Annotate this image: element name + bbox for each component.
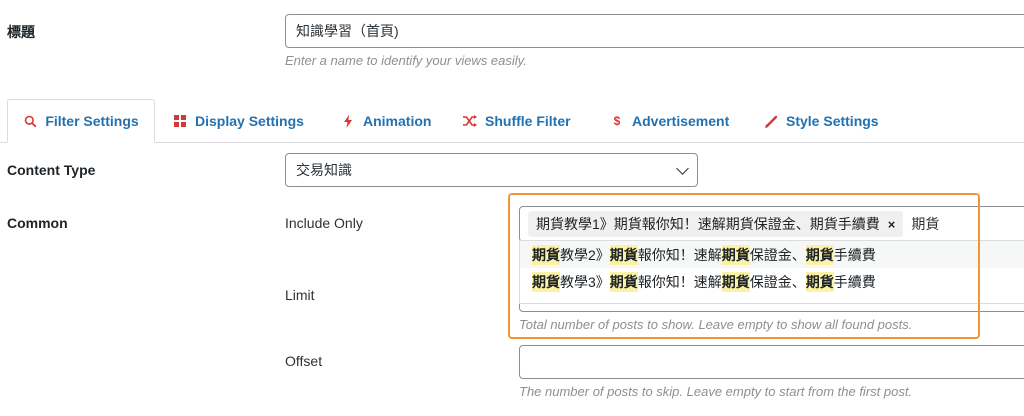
tab-style-settings[interactable]: Style Settings xyxy=(764,99,879,143)
content-type-label: Content Type xyxy=(7,162,96,178)
tab-label: Shuffle Filter xyxy=(485,113,571,129)
title-help: Enter a name to identify your views easi… xyxy=(285,53,527,68)
include-only-label: Include Only xyxy=(285,215,363,231)
content-type-select[interactable]: 交易知識 xyxy=(285,153,698,187)
tab-label: Animation xyxy=(363,113,432,129)
grid-icon xyxy=(173,114,187,128)
tab-filter-settings[interactable]: Filter Settings xyxy=(7,99,155,143)
offset-input[interactable] xyxy=(519,345,1024,379)
bolt-icon xyxy=(341,114,355,128)
shuffle-icon xyxy=(463,114,477,128)
tab-label: Display Settings xyxy=(195,113,304,129)
include-only-input[interactable]: 期貨教學1》期貨報你知！速解期貨保證金、期貨手續費 × 期貨 xyxy=(519,206,1024,242)
tab-shuffle-filter[interactable]: Shuffle Filter xyxy=(463,99,571,143)
chip-label: 期貨教學1》期貨報你知！速解期貨保證金、期貨手續費 xyxy=(536,216,880,232)
limit-input-edge[interactable] xyxy=(519,304,1024,312)
pen-icon xyxy=(764,114,778,128)
offset-label: Offset xyxy=(285,353,323,369)
dollar-icon: $ xyxy=(613,114,621,128)
chip-remove-button[interactable]: × xyxy=(888,217,896,232)
tab-label: Filter Settings xyxy=(45,113,139,129)
content-type-value: 交易知識 xyxy=(296,162,352,178)
selected-post-chip: 期貨教學1》期貨報你知！速解期貨保證金、期貨手續費 × xyxy=(528,211,904,237)
include-only-typed-text[interactable]: 期貨 xyxy=(911,214,939,234)
offset-help: The number of posts to skip. Leave empty… xyxy=(519,384,913,399)
tab-advertisement[interactable]: $ Advertisement xyxy=(610,99,730,143)
search-icon xyxy=(23,114,37,128)
suggestion-dropdown: 期貨 教學2》 期貨 報你知！速解 期貨 保證金、 期貨 手續費 期貨 教學3》 期貨 報你知！速解… xyxy=(519,240,1024,304)
suggestion-item[interactable]: 期貨 教學3》 期貨 報你知！速解 期貨 保證金、 期貨 手續費 xyxy=(520,268,1024,295)
title-input[interactable]: 知識學習（首頁) xyxy=(285,14,1024,48)
limit-label: Limit xyxy=(285,287,315,303)
tab-animation[interactable]: Animation xyxy=(341,99,431,143)
title-label: 標題 xyxy=(7,24,35,40)
limit-help: Total number of posts to show. Leave emp… xyxy=(519,317,913,332)
tab-display-settings[interactable]: Display Settings xyxy=(173,99,304,143)
suggestion-item[interactable]: 期貨 教學2》 期貨 報你知！速解 期貨 保證金、 期貨 手續費 xyxy=(520,241,1024,268)
chevron-down-icon xyxy=(676,162,689,175)
title-input-value: 知識學習（首頁) xyxy=(296,23,399,39)
tab-label: Style Settings xyxy=(786,113,879,129)
tab-label: Advertisement xyxy=(632,113,730,129)
common-label: Common xyxy=(7,215,68,231)
